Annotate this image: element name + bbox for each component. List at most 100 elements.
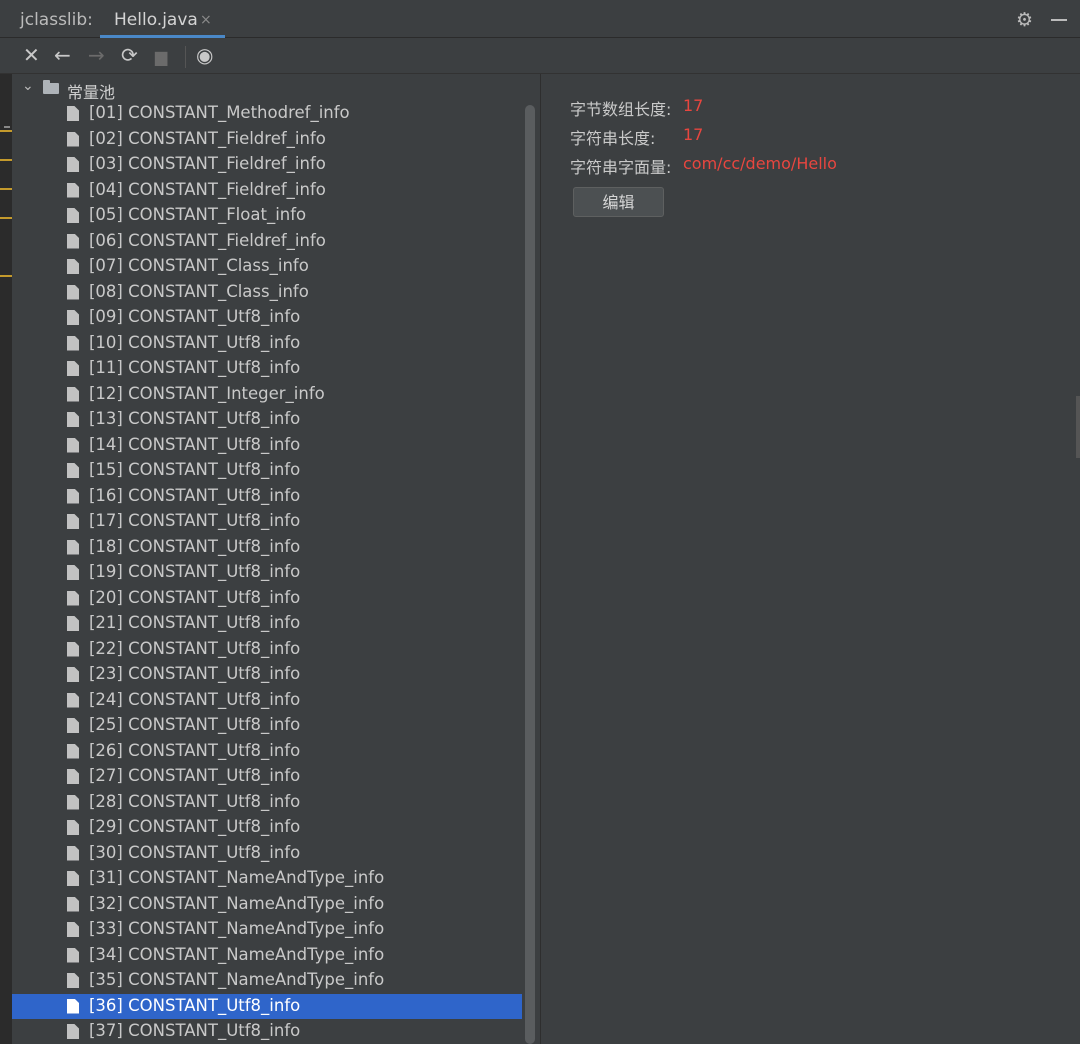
tree-item[interactable]: [15] CONSTANT_Utf8_info — [12, 458, 522, 484]
tree-item[interactable]: [26] CONSTANT_Utf8_info — [12, 739, 522, 765]
tree-item[interactable]: [08] CONSTANT_Class_info — [12, 280, 522, 306]
tree-item[interactable]: [21] CONSTANT_Utf8_info — [12, 611, 522, 637]
tree-item-label: [07] CONSTANT_Class_info — [89, 256, 309, 275]
file-icon — [67, 641, 79, 657]
toolbar: ✕ ← → ⟳ ▆ ◉ — [0, 38, 1080, 74]
tree-item[interactable]: [22] CONSTANT_Utf8_info — [12, 637, 522, 663]
tree-root-constant-pool[interactable]: ⌄ 常量池 — [12, 78, 524, 102]
tree-item-label: [16] CONSTANT_Utf8_info — [89, 485, 301, 505]
tree-item[interactable]: [07] CONSTANT_Class_info — [12, 254, 522, 280]
tree-item-label: [09] CONSTANT_Utf8_info — [89, 307, 301, 326]
tree-item-label: [37] CONSTANT_Utf8_info — [89, 1021, 301, 1040]
edit-button[interactable]: 编辑 — [573, 187, 664, 217]
tree-item-label: [35] CONSTANT_NameAndType_info — [89, 970, 385, 989]
tree-item-label: [08] CONSTANT_Class_info — [89, 281, 309, 301]
tree-item[interactable]: [19] CONSTANT_Utf8_info — [12, 560, 522, 586]
tree-item[interactable]: [29] CONSTANT_Utf8_info — [12, 815, 522, 841]
tree-item[interactable]: [24] CONSTANT_Utf8_info — [12, 688, 522, 714]
save-icon[interactable]: ▆ — [155, 46, 167, 68]
file-icon — [67, 947, 79, 963]
gear-icon[interactable]: ⚙ — [1016, 9, 1033, 31]
constant-pool-tree[interactable]: ⌄ 常量池 [01] CONSTANT_Methodref_info [02] C… — [12, 74, 524, 1044]
file-icon — [67, 539, 79, 555]
file-icon — [67, 692, 79, 708]
close-icon[interactable]: ✕ — [23, 44, 40, 66]
string-length-value: 17 — [683, 125, 704, 144]
tree-item[interactable]: [13] CONSTANT_Utf8_info — [12, 407, 522, 433]
title-bar: jclasslib: Hello.java × ⚙ — [0, 0, 1080, 38]
tree-item-label: [22] CONSTANT_Utf8_info — [89, 638, 301, 658]
editor-gutter — [0, 74, 12, 1044]
tree-item-label: [21] CONSTANT_Utf8_info — [89, 613, 301, 632]
detail-panel: 字节数组长度: 17 字符串长度: 17 字符串字面量: com/cc/demo… — [541, 74, 1080, 1044]
tree-item[interactable]: [14] CONSTANT_Utf8_info — [12, 433, 522, 459]
tree-item-label: [14] CONSTANT_Utf8_info — [89, 434, 301, 454]
tree-item[interactable]: [18] CONSTANT_Utf8_info — [12, 535, 522, 561]
tree-item-label: [12] CONSTANT_Integer_info — [89, 383, 325, 403]
tree-item[interactable]: [36] CONSTANT_Utf8_info — [12, 993, 522, 1019]
tree-item-label: [04] CONSTANT_Fieldref_info — [89, 179, 326, 199]
file-icon — [67, 565, 79, 580]
tree-scrollbar[interactable] — [525, 105, 535, 1044]
tree-root-label: 常量池 — [67, 83, 116, 102]
tree-item[interactable]: [10] CONSTANT_Utf8_info — [12, 331, 522, 357]
gutter-marker — [4, 126, 10, 128]
tree-item[interactable]: [05] CONSTANT_Float_info — [12, 203, 522, 229]
file-icon — [67, 386, 79, 402]
file-icon — [67, 463, 79, 478]
tree-item[interactable]: [09] CONSTANT_Utf8_info — [12, 305, 522, 331]
tree-item[interactable]: [17] CONSTANT_Utf8_info — [12, 509, 522, 535]
tree-item[interactable]: [02] CONSTANT_Fieldref_info — [12, 127, 522, 153]
tree-item-label: [03] CONSTANT_Fieldref_info — [89, 154, 326, 173]
tree-item[interactable]: [27] CONSTANT_Utf8_info — [12, 764, 522, 790]
minimize-icon[interactable] — [1051, 19, 1067, 21]
tree-item[interactable]: [34] CONSTANT_NameAndType_info — [12, 943, 522, 969]
file-icon — [67, 769, 79, 784]
tree-item[interactable]: [28] CONSTANT_Utf8_info — [12, 790, 522, 816]
refresh-icon[interactable]: ⟳ — [121, 44, 138, 66]
tree-item[interactable]: [30] CONSTANT_Utf8_info — [12, 841, 522, 867]
string-length-row: 字符串长度: 17 — [570, 125, 703, 149]
app-title: jclasslib: — [20, 10, 93, 30]
tab-hello-java[interactable]: Hello.java × — [100, 0, 225, 38]
tree-item[interactable]: [04] CONSTANT_Fieldref_info — [12, 178, 522, 204]
tree-item-label: [36] CONSTANT_Utf8_info — [89, 995, 301, 1015]
string-length-label: 字符串长度: — [570, 129, 656, 148]
tree-item-label: [18] CONSTANT_Utf8_info — [89, 536, 301, 556]
tree-item[interactable]: [20] CONSTANT_Utf8_info — [12, 586, 522, 612]
file-icon — [67, 514, 79, 529]
tree-item[interactable]: [31] CONSTANT_NameAndType_info — [12, 866, 522, 892]
tree-item[interactable]: [33] CONSTANT_NameAndType_info — [12, 917, 522, 943]
gutter-marker — [0, 217, 12, 219]
file-icon — [67, 412, 79, 427]
tree-item[interactable]: [01] CONSTANT_Methodref_info — [12, 101, 522, 127]
tree-item[interactable]: [32] CONSTANT_NameAndType_info — [12, 892, 522, 918]
tree-item-label: [29] CONSTANT_Utf8_info — [89, 817, 301, 836]
tree-item[interactable]: [11] CONSTANT_Utf8_info — [12, 356, 522, 382]
tree-item[interactable]: [37] CONSTANT_Utf8_info — [12, 1019, 522, 1044]
tree-item[interactable]: [12] CONSTANT_Integer_info — [12, 382, 522, 408]
tree-item-label: [19] CONSTANT_Utf8_info — [89, 562, 301, 581]
file-icon — [67, 488, 79, 504]
tree-item[interactable]: [06] CONSTANT_Fieldref_info — [12, 229, 522, 255]
forward-arrow-icon[interactable]: → — [88, 44, 105, 66]
gutter-marker — [0, 159, 12, 161]
file-icon — [67, 616, 79, 631]
tree-item[interactable]: [03] CONSTANT_Fieldref_info — [12, 152, 522, 178]
tree-item[interactable]: [35] CONSTANT_NameAndType_info — [12, 968, 522, 994]
file-icon — [67, 233, 79, 249]
tab-close-icon[interactable]: × — [200, 12, 212, 28]
web-icon[interactable]: ◉ — [196, 44, 213, 66]
gutter-marker — [0, 130, 12, 132]
tree-item[interactable]: [25] CONSTANT_Utf8_info — [12, 713, 522, 739]
chevron-down-icon[interactable]: ⌄ — [22, 78, 34, 94]
file-icon — [67, 131, 79, 147]
tree-item-label: [11] CONSTANT_Utf8_info — [89, 358, 301, 377]
string-literal-label: 字符串字面量: — [570, 158, 672, 177]
tree-item-label: [32] CONSTANT_NameAndType_info — [89, 893, 385, 913]
tree-item[interactable]: [23] CONSTANT_Utf8_info — [12, 662, 522, 688]
file-icon — [67, 718, 79, 733]
back-arrow-icon[interactable]: ← — [54, 44, 71, 66]
tree-item[interactable]: [16] CONSTANT_Utf8_info — [12, 484, 522, 510]
file-icon — [67, 437, 79, 453]
